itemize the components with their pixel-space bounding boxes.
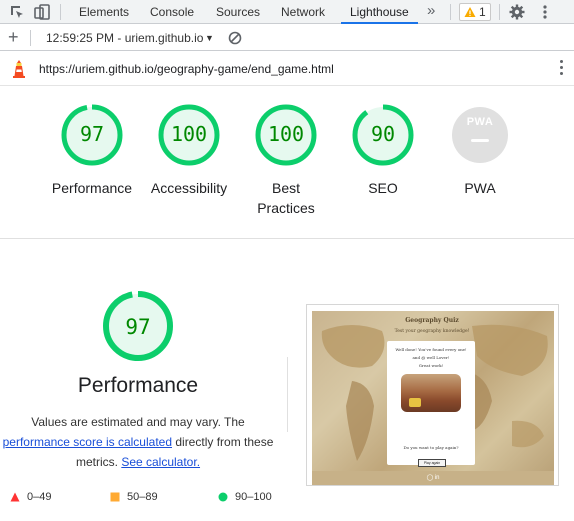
screenshot-text: Do you want to play again? (403, 445, 459, 450)
score-label[interactable]: Accessibility (139, 178, 239, 198)
description-text: directly from these (172, 435, 274, 449)
device-toolbar-icon[interactable] (33, 3, 51, 21)
warnings-badge[interactable]: 1 (459, 3, 491, 21)
report-selector[interactable]: 12:59:25 PM - uriem.github.io (46, 25, 203, 51)
settings-gear-icon[interactable] (508, 3, 526, 21)
score-gauge-pwa[interactable] (448, 103, 512, 167)
performance-description: Values are estimated and may vary. The p… (0, 412, 276, 472)
score-value: 100 (170, 122, 208, 146)
toolbar-separator (499, 4, 500, 20)
circle-icon (218, 492, 228, 502)
more-options-icon[interactable] (560, 60, 564, 78)
score-value: 90 (370, 122, 396, 146)
legend-pass: 90–100 (218, 490, 272, 504)
more-tabs-button[interactable]: » (427, 0, 435, 24)
screenshot-result-card: Well done! You've found every one! and @… (387, 341, 475, 467)
square-icon (110, 492, 120, 502)
tab-lighthouse[interactable]: Lighthouse (341, 0, 418, 24)
report-url[interactable]: https://uriem.github.io/geography-game/e… (39, 52, 334, 86)
screenshot-photo (401, 374, 461, 412)
screenshot-footer: ◯ in (312, 471, 554, 485)
screenshot-text: Great work! (418, 363, 444, 368)
score-value: 100 (267, 122, 305, 146)
legend-fail: 0–49 (10, 490, 52, 504)
score-label[interactable]: PWA (430, 178, 530, 198)
tab-network[interactable]: Network (281, 0, 325, 24)
legend-range: 50–89 (127, 491, 158, 503)
toolbar-separator (30, 30, 31, 46)
section-divider (0, 238, 574, 239)
description-text: metrics. (75, 455, 122, 469)
performance-score-value: 97 (125, 315, 151, 339)
toolbar-separator (60, 4, 61, 20)
warning-count: 1 (479, 5, 486, 19)
performance-score-link[interactable]: performance score is calculated (3, 435, 172, 449)
screenshot-title: Geography Quiz (405, 317, 459, 324)
inspect-element-icon[interactable] (8, 3, 26, 21)
score-value: 97 (79, 122, 105, 146)
legend-range: 0–49 (27, 491, 52, 503)
report-url-bar: https://uriem.github.io/geography-game/e… (0, 52, 574, 86)
tab-elements[interactable]: Elements (79, 0, 129, 24)
more-options-icon[interactable] (536, 3, 554, 21)
tab-sources[interactable]: Sources (216, 0, 260, 24)
screenshot-image: Geography Quiz Test your geography knowl… (312, 311, 554, 485)
see-calculator-link[interactable]: See calculator. (121, 455, 200, 469)
screenshot-subtitle: Test your geography knowledge! (394, 329, 470, 334)
performance-heading: Performance (77, 374, 199, 397)
score-label[interactable]: Performance (42, 178, 142, 198)
clear-all-icon[interactable] (228, 31, 242, 45)
toolbar-separator (450, 4, 451, 20)
score-label[interactable]: Best Practices (256, 178, 316, 218)
description-text: Values are estimated and may vary. The (31, 415, 245, 429)
lighthouse-logo-icon (13, 60, 25, 78)
screenshot-text: and @ well Lover! (412, 355, 450, 360)
dropdown-caret-icon[interactable]: ▼ (205, 25, 214, 51)
warning-icon (464, 7, 476, 17)
score-value: PWA (466, 116, 494, 128)
triangle-icon (10, 492, 20, 502)
vertical-divider (287, 357, 288, 432)
legend-range: 90–100 (235, 491, 272, 503)
screenshot-play-again-button: Play again (418, 459, 446, 467)
final-screenshot[interactable]: Geography Quiz Test your geography knowl… (306, 304, 559, 486)
lighthouse-toolbar: + 12:59:25 PM - uriem.github.io ▼ (0, 25, 574, 51)
screenshot-text: Well done! You've found every one! (395, 347, 467, 352)
pwa-dash-mark (471, 139, 489, 142)
legend-average: 50–89 (110, 490, 158, 504)
devtools-tab-bar: Elements Console Sources Network Lightho… (0, 0, 574, 24)
tab-console[interactable]: Console (150, 0, 194, 24)
score-label[interactable]: SEO (333, 178, 433, 198)
add-report-icon[interactable]: + (8, 27, 19, 47)
